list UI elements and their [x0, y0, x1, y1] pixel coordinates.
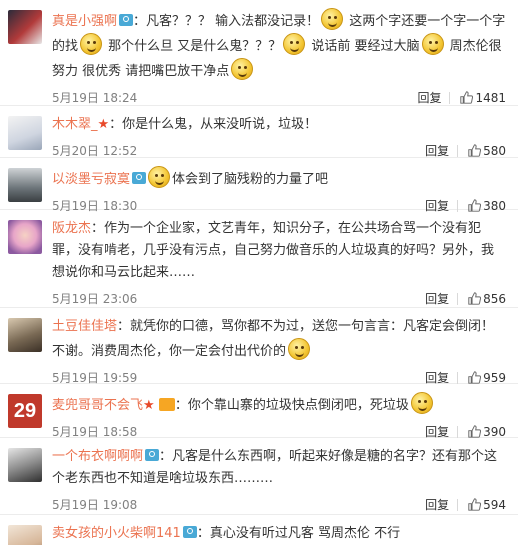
like-count: 1481 [475, 91, 506, 105]
avatar[interactable] [8, 116, 42, 150]
timestamp: 5月19日 23:06 [52, 292, 138, 306]
comment-content: ：你个靠山寨的垃圾快点倒闭吧，死垃圾 [174, 398, 409, 413]
list-item: 29 麦兜哥哥不会飞★ ：你个靠山寨的垃圾快点倒闭吧，死垃圾 5月19日 18:… [0, 384, 518, 439]
timestamp: 5月19日 19:59 [52, 371, 138, 385]
member-badge-icon [182, 526, 197, 538]
thumbs-up-icon[interactable] [468, 193, 482, 212]
thumbs-up-icon[interactable] [468, 419, 482, 438]
like-count: 580 [483, 144, 506, 158]
divider [457, 426, 459, 438]
list-item: 土豆佳佳塔：就凭你的口德，骂你都不为过，送您一句言言：凡客定会倒闭！不谢。消费周… [0, 308, 518, 385]
avatar[interactable] [8, 168, 42, 202]
reply-button[interactable]: 回复 [425, 498, 449, 512]
list-item: 阪龙杰：作为一个企业家，文艺青年，知识分子，在公共场合骂一个没有犯罪，没有啃老，… [0, 210, 518, 308]
comment-content: ：真心没有听过凡客 骂周杰伦 不行 [196, 526, 401, 541]
laugh-emoji-icon [148, 166, 171, 188]
like-count: 594 [483, 498, 506, 512]
comment-content: 说话前 要经过大脑 [307, 39, 420, 54]
divider [457, 372, 459, 384]
comment-text: 真是小强啊 ：凡客？？？ 输入法都没记录！ 这两个字还要一个字一个字的找 那个什么… [52, 8, 506, 83]
comment-text: 麦兜哥哥不会飞★ ：你个靠山寨的垃圾快点倒闭吧，死垃圾 [52, 392, 506, 417]
like-count: 959 [483, 371, 506, 385]
comment-content: ：凡客？？？ 输入法都没记录！ [133, 14, 320, 29]
like-count: 390 [483, 425, 506, 439]
thumbs-up-icon[interactable] [468, 138, 482, 157]
comment-text: 以淡墨亏寂寞 体会到了脑残粉的力量了吧 [52, 166, 506, 191]
comment-content: 那个什么旦 又是什么鬼？？？ [104, 39, 282, 54]
like-count: 856 [483, 292, 506, 306]
comment-username[interactable]: 卖女孩的小火柴啊141 [52, 526, 181, 541]
comment-text: 土豆佳佳塔：就凭你的口德，骂你都不为过，送您一句言言：凡客定会倒闭！不谢。消费周… [52, 316, 506, 363]
timestamp: 5月19日 19:08 [52, 498, 138, 512]
reply-button[interactable]: 回复 [425, 144, 449, 158]
vip-badge-icon [158, 398, 175, 411]
avatar[interactable]: 29 [8, 394, 42, 428]
list-item: 卖女孩的小火柴啊141 ：真心没有听过凡客 骂周杰伦 不行 [0, 515, 518, 545]
divider [457, 499, 459, 511]
thumbs-up-icon[interactable] [468, 492, 482, 511]
comment-username[interactable]: 木木翠_ [52, 117, 98, 132]
avatar[interactable] [8, 318, 42, 352]
star-icon: ★ [97, 117, 110, 132]
list-item: 木木翠_★：你是什么鬼，从来没听说，垃圾！ 5月20日 12:52 回复 580 [0, 106, 518, 158]
comment-username[interactable]: 以淡墨亏寂寞 [52, 172, 130, 187]
thumbs-up-icon[interactable] [468, 286, 482, 305]
avatar[interactable] [8, 220, 42, 254]
comment-text: 卖女孩的小火柴啊141 ：真心没有听过凡客 骂周杰伦 不行 [52, 523, 506, 545]
smile-emoji-icon [283, 33, 306, 55]
divider [449, 92, 451, 104]
smile-emoji-icon [288, 338, 311, 360]
comment-content: ：你是什么鬼，从来没听说，垃圾！ [109, 117, 318, 132]
thumbs-up-icon[interactable] [468, 365, 482, 384]
comment-username[interactable]: 阪龙杰 [52, 221, 91, 236]
list-item: 以淡墨亏寂寞 体会到了脑残粉的力量了吧 5月19日 18:30 回复 380 [0, 158, 518, 213]
divider [457, 293, 459, 305]
timestamp: 5月19日 18:24 [52, 91, 138, 105]
avatar[interactable] [8, 525, 42, 545]
smile-emoji-icon [321, 8, 344, 30]
comment-username[interactable]: 一个布衣啊啊啊 [52, 449, 143, 464]
comment-username[interactable]: 麦兜哥哥不会飞 [52, 398, 143, 413]
member-badge-icon [145, 449, 160, 461]
reply-button[interactable]: 回复 [425, 371, 449, 385]
member-badge-icon [119, 14, 134, 26]
comment-text: 一个布衣啊啊啊 ：凡客是什么东西啊，听起来好像是糖的名字？还有那个这个老东西也不知… [52, 446, 506, 490]
comment-content: ：就凭你的口德，骂你都不为过，送您一句言言：凡客定会倒闭！不谢。消费周杰伦，你一… [52, 319, 495, 359]
comment-content: 体会到了脑残粉的力量了吧 [172, 172, 329, 187]
reply-button[interactable]: 回复 [425, 425, 449, 439]
sad-emoji-icon [410, 392, 433, 414]
comment-content: ：作为一个企业家，文艺青年，知识分子，在公共场合骂一个没有犯罪，没有啃老，几乎没… [52, 221, 495, 280]
thumbs-up-icon[interactable] [460, 85, 474, 104]
list-item: 一个布衣啊啊啊 ：凡客是什么东西啊，听起来好像是糖的名字？还有那个这个老东西也不知… [0, 438, 518, 515]
divider [457, 145, 459, 157]
comment-username[interactable]: 土豆佳佳塔 [52, 319, 117, 334]
star-icon: ★ [143, 398, 155, 413]
comment-list: 真是小强啊 ：凡客？？？ 输入法都没记录！ 这两个字还要一个字一个字的找 那个什么… [0, 0, 518, 545]
member-badge-icon [132, 172, 147, 184]
timestamp: 5月19日 18:58 [52, 425, 138, 439]
comment-username[interactable]: 真是小强啊 [52, 14, 117, 29]
comment-text: 阪龙杰：作为一个企业家，文艺青年，知识分子，在公共场合骂一个没有犯罪，没有啃老，… [52, 218, 506, 284]
timestamp: 5月20日 12:52 [52, 144, 138, 158]
smile-emoji-icon [421, 33, 444, 55]
reply-button[interactable]: 回复 [425, 292, 449, 306]
smile-emoji-icon [80, 33, 103, 55]
smile-emoji-icon [231, 58, 254, 80]
avatar[interactable] [8, 10, 42, 44]
avatar[interactable] [8, 448, 42, 482]
reply-button[interactable]: 回复 [417, 91, 441, 105]
list-item: 真是小强啊 ：凡客？？？ 输入法都没记录！ 这两个字还要一个字一个字的找 那个什么… [0, 0, 518, 106]
comment-text: 木木翠_★：你是什么鬼，从来没听说，垃圾！ [52, 114, 506, 136]
